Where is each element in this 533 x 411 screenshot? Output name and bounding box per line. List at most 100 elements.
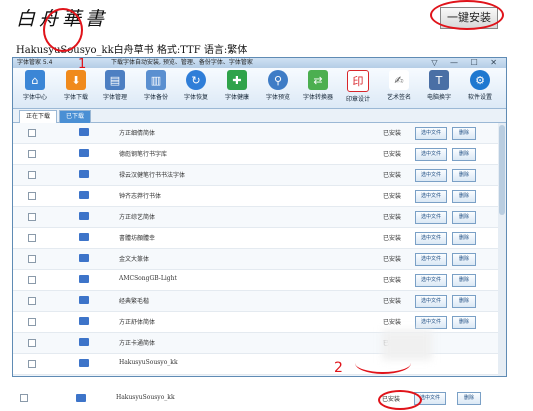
tab-downloading[interactable]: 正在下载	[19, 110, 58, 123]
delete-button[interactable]: 删除	[452, 232, 476, 245]
select-file-button[interactable]: 选中文件	[415, 127, 447, 140]
toolbar-font-preview[interactable]: ⚲ 字体预览	[258, 70, 298, 101]
list-item: 方正卡通简体 已安	[13, 333, 506, 354]
row-checkbox[interactable]	[28, 318, 36, 326]
font-name: 钟齐志莽行书体	[119, 193, 162, 200]
row-checkbox[interactable]	[28, 129, 36, 137]
manage-icon: ▤	[105, 70, 125, 90]
toolbar-font-converter[interactable]: ⇄ 字体转换器	[298, 70, 338, 101]
font-name: AMCSongGB-Light	[119, 275, 177, 282]
list-item: 方正细倩简体 已安装 选中文件 删除	[13, 123, 506, 144]
install-status: 已安装	[383, 298, 402, 305]
window-titlebar: 字体管家 5.4 下载字体自动安装, 预览、管理、备份字体、字体管家 ▽ — ☐…	[13, 58, 506, 68]
select-file-button[interactable]: 选中文件	[415, 274, 447, 287]
toolbar-font-restore[interactable]: ↻ 字体恢复	[176, 70, 216, 101]
install-status: 已安装	[383, 151, 402, 158]
step-annotation-2: 2	[334, 360, 343, 376]
delete-button[interactable]: 删除	[452, 295, 476, 308]
toolbar-seal-design[interactable]: 印 印章设计	[338, 70, 378, 103]
font-name: 经典繁毛楷	[119, 298, 150, 305]
convert-icon: ⇄	[308, 70, 328, 90]
download-tabs: 正在下载 已下载	[13, 109, 506, 123]
gear-icon: ⚙	[470, 70, 490, 90]
delete-button[interactable]: 删除	[452, 211, 476, 224]
seal-icon: 印	[347, 70, 369, 92]
backup-icon: ▥	[146, 70, 166, 90]
row-checkbox[interactable]	[28, 297, 36, 305]
window-controls[interactable]: ▽ — ☐ ✕	[431, 58, 502, 68]
toolbar-art-signature[interactable]: ✍ 艺术签名	[379, 70, 419, 101]
delete-button[interactable]: 删除	[452, 274, 476, 287]
computer-font-icon: T	[429, 70, 449, 90]
toolbar-font-download[interactable]: ⬇ 字体下载	[56, 70, 96, 101]
list-item: 書體坊顏體幸 已安装 选中文件 删除	[13, 228, 506, 249]
delete-button[interactable]: 删除	[452, 148, 476, 161]
row-checkbox[interactable]	[28, 339, 36, 347]
main-toolbar: ⌂ 字体中心 ⬇ 字体下载 ▤ 字体管理 ▥ 字体备份 ↻ 字体恢复 ✚ 字体健…	[13, 68, 506, 109]
toolbar-font-manage[interactable]: ▤ 字体管理	[95, 70, 135, 101]
row-checkbox[interactable]	[28, 192, 36, 200]
row-checkbox[interactable]	[28, 360, 36, 368]
font-file-icon	[76, 394, 86, 402]
list-item: 金文大篆体 已安装 选中文件 删除	[13, 249, 506, 270]
delete-button[interactable]: 删除	[452, 169, 476, 182]
select-file-button[interactable]: 选中文件	[415, 148, 447, 161]
scrollbar-thumb[interactable]	[499, 125, 505, 215]
delete-button[interactable]: 删除	[452, 253, 476, 266]
row-checkbox[interactable]	[28, 276, 36, 284]
highlighted-font-row: HakusyuSousyo_kk 已安装 选中文件 删除	[12, 386, 505, 408]
select-file-button[interactable]: 选中文件	[415, 232, 447, 245]
red-highlight-oval	[430, 0, 504, 30]
red-highlight-circle	[43, 8, 83, 52]
toolbar-font-backup[interactable]: ▥ 字体备份	[136, 70, 176, 101]
red-highlight-oval	[378, 390, 422, 410]
delete-button[interactable]: 删除	[452, 316, 476, 329]
toolbar-font-health[interactable]: ✚ 字体健康	[217, 70, 257, 101]
row-checkbox[interactable]	[28, 255, 36, 263]
font-file-icon	[79, 254, 89, 262]
delete-button[interactable]: 删除	[452, 127, 476, 140]
list-item: 德彪钢笔行书字库 已安装 选中文件 删除	[13, 144, 506, 165]
signature-icon: ✍	[389, 70, 409, 90]
app-version: 字体管家 5.4	[17, 59, 53, 66]
list-item: 经典繁毛楷 已安装 选中文件 删除	[13, 291, 506, 312]
row-checkbox[interactable]	[28, 234, 36, 242]
font-name: 方正综艺简体	[119, 214, 156, 221]
delete-button[interactable]: 删除	[452, 190, 476, 203]
install-status: 已安装	[383, 256, 402, 263]
install-status: 已安装	[383, 193, 402, 200]
font-file-icon	[79, 296, 89, 304]
toolbar-font-center[interactable]: ⌂ 字体中心	[15, 70, 55, 101]
list-item: AMCSongGB-Light 已安装 选中文件 删除	[13, 270, 506, 291]
font-name: 方正卡通简体	[119, 340, 156, 347]
select-file-button[interactable]: 选中文件	[415, 295, 447, 308]
row-checkbox[interactable]	[28, 150, 36, 158]
install-status: 已安装	[383, 235, 402, 242]
font-name: 方正细倩简体	[119, 130, 156, 137]
select-file-button[interactable]: 选中文件	[415, 316, 447, 329]
delete-button[interactable]: 删除	[457, 392, 481, 405]
font-name: 金文大篆体	[119, 256, 150, 263]
font-file-icon	[79, 233, 89, 241]
toolbar-pc-font-swap[interactable]: T 电脑换字	[419, 70, 459, 101]
select-file-button[interactable]: 选中文件	[415, 253, 447, 266]
row-checkbox[interactable]	[28, 213, 36, 221]
list-item: 钟齐志莽行书体 已安装 选中文件 删除	[13, 186, 506, 207]
font-file-icon	[79, 275, 89, 283]
list-item: 方正舒体简体 已安装 选中文件 删除	[13, 312, 506, 333]
font-file-icon	[79, 359, 89, 367]
font-manager-window: 字体管家 5.4 下载字体自动安装, 预览、管理、备份字体、字体管家 ▽ — ☐…	[12, 57, 507, 377]
font-file-icon	[79, 170, 89, 178]
select-file-button[interactable]: 选中文件	[415, 190, 447, 203]
font-name: 禄云汉健笔行书书法字体	[119, 172, 186, 179]
font-file-icon	[79, 149, 89, 157]
row-checkbox[interactable]	[28, 171, 36, 179]
font-name: 德彪钢笔行书字库	[119, 151, 168, 158]
install-status: 已安装	[383, 319, 402, 326]
select-file-button[interactable]: 选中文件	[415, 211, 447, 224]
list-item: 禄云汉健笔行书书法字体 已安装 选中文件 删除	[13, 165, 506, 186]
row-checkbox[interactable]	[20, 394, 28, 402]
tab-downloaded[interactable]: 已下载	[59, 110, 92, 123]
toolbar-settings[interactable]: ⚙ 软件设置	[460, 70, 500, 101]
select-file-button[interactable]: 选中文件	[415, 169, 447, 182]
